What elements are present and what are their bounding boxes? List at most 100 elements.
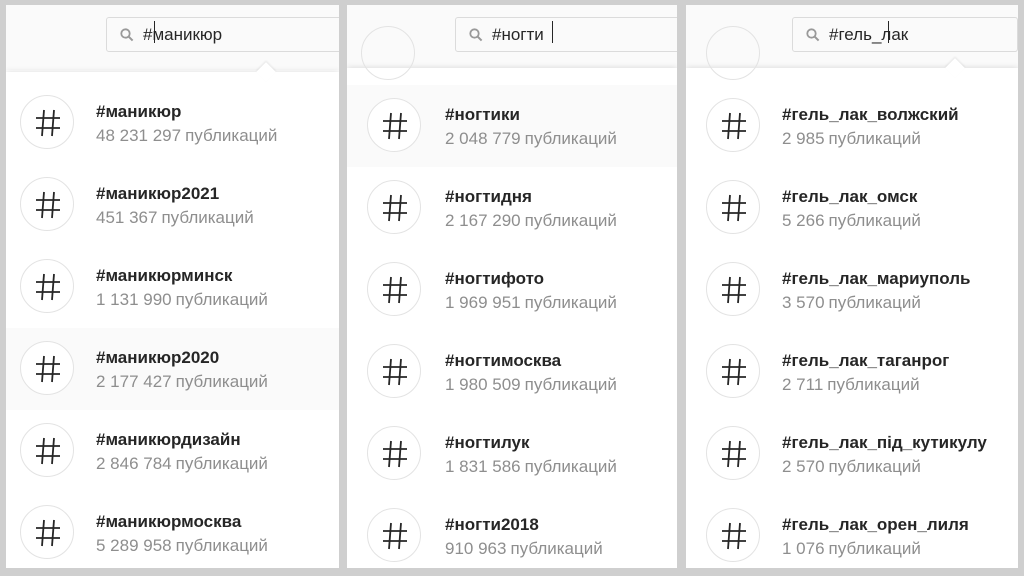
hashtag-icon: [722, 276, 746, 304]
partial-item-above: [706, 26, 760, 80]
hashtag-name: #ногтидня: [445, 187, 532, 206]
hashtag-avatar: [706, 262, 760, 316]
result-item[interactable]: #ногтилук 1 831 586 публикаций: [347, 413, 677, 495]
hashtag-avatar: [20, 423, 74, 477]
search-panel-1: #маникюр #маникюр 48 231 297 публикаций #…: [6, 5, 339, 568]
hashtag-avatar: [367, 262, 421, 316]
post-count: 2 167 290 публикаций: [445, 211, 617, 230]
hashtag-icon: [722, 440, 746, 468]
result-item[interactable]: #ногтимосква 1 980 509 публикаций: [347, 331, 677, 413]
post-count: 1 980 509 публикаций: [445, 375, 617, 394]
hashtag-icon: [36, 437, 60, 465]
search-icon: [806, 28, 820, 42]
hashtag-name: #гель_лак_під_кутикулу: [782, 433, 987, 452]
result-item[interactable]: #гель_лак_під_кутикулу 2 570 публикаций: [686, 413, 1018, 495]
result-item[interactable]: #ногтифото 1 969 951 публикаций: [347, 249, 677, 331]
hashtag-avatar: [706, 344, 760, 398]
result-item-highlighted[interactable]: #маникюр2020 2 177 427 публикаций: [6, 328, 339, 410]
post-count: 1 131 990 публикаций: [96, 290, 268, 309]
hashtag-icon: [722, 522, 746, 550]
hashtag-name: #гель_лак_омск: [782, 187, 918, 206]
hashtag-name: #гель_лак_мариуполь: [782, 269, 971, 288]
search-panel-2: #ногти #ногтики 2 048 779 публикаций #ног…: [347, 5, 677, 568]
post-count: 5 266 публикаций: [782, 211, 921, 230]
hashtag-avatar: [706, 98, 760, 152]
result-item[interactable]: #ногти2018 910 963 публикаций: [347, 495, 677, 568]
search-icon: [120, 28, 134, 42]
hashtag-name: #гель_лак_таганрог: [782, 351, 950, 370]
hashtag-avatar: [367, 98, 421, 152]
result-item[interactable]: #гель_лак_мариуполь 3 570 публикаций: [686, 249, 1018, 331]
post-count: 2 177 427 публикаций: [96, 372, 268, 391]
hashtag-name: #гель_лак_волжский: [782, 105, 959, 124]
hashtag-avatar: [367, 180, 421, 234]
result-item[interactable]: #маникюр2021 451 367 публикаций: [6, 164, 339, 246]
hashtag-avatar: [20, 341, 74, 395]
text-caret: [552, 21, 553, 43]
results-dropdown: #маникюр 48 231 297 публикаций #маникюр20…: [6, 62, 339, 568]
hashtag-name: #маникюрдизайн: [96, 430, 241, 449]
search-query: #ногти: [492, 25, 544, 44]
result-item[interactable]: #ногтидня 2 167 290 публикаций: [347, 167, 677, 249]
hashtag-avatar: [367, 508, 421, 562]
hashtag-avatar: [706, 426, 760, 480]
search-input[interactable]: #ногти: [455, 17, 677, 52]
result-item[interactable]: #гель_лак_омск 5 266 публикаций: [686, 167, 1018, 249]
hashtag-icon: [722, 112, 746, 140]
hashtag-icon: [383, 358, 407, 386]
result-item-highlighted[interactable]: #ногтики 2 048 779 публикаций: [347, 85, 677, 167]
results-dropdown: #ногтики 2 048 779 публикаций #ногтидня 2…: [347, 26, 677, 568]
post-count: 1 076 публикаций: [782, 539, 921, 558]
post-count: 2 048 779 публикаций: [445, 129, 617, 148]
result-item[interactable]: #гель_лак_таганрог 2 711 публикаций: [686, 331, 1018, 413]
hashtag-name: #маникюрминск: [96, 266, 233, 285]
hashtag-icon: [36, 519, 60, 547]
post-count: 48 231 297 публикаций: [96, 126, 278, 145]
hashtag-name: #ногти2018: [445, 515, 539, 534]
result-item[interactable]: #маникюрдизайн 2 846 784 публикаций: [6, 410, 339, 492]
post-count: 1 969 951 публикаций: [445, 293, 617, 312]
hashtag-avatar: [706, 508, 760, 562]
hashtag-avatar: [20, 259, 74, 313]
search-input[interactable]: #маникюр: [106, 17, 339, 52]
hashtag-name: #маникюр2020: [96, 348, 220, 367]
result-item[interactable]: #маникюр 48 231 297 публикаций: [6, 82, 339, 164]
hashtag-icon: [722, 194, 746, 222]
hashtag-name: #ногтилук: [445, 433, 530, 452]
result-item[interactable]: #маникюрмосква 5 289 958 публикаций: [6, 492, 339, 568]
results-dropdown: #гель_лак_волжский 2 985 публикаций #гель…: [686, 26, 1018, 568]
hashtag-name: #ногтики: [445, 105, 520, 124]
hashtag-icon: [383, 194, 407, 222]
hashtag-avatar: [20, 177, 74, 231]
search-panel-3: #гель_лак #гель_лак_волжский 2 985 публик…: [686, 5, 1018, 568]
hashtag-icon: [36, 191, 60, 219]
result-item[interactable]: #гель_лак_волжский 2 985 публикаций: [686, 85, 1018, 167]
hashtag-icon: [383, 276, 407, 304]
hashtag-icon: [36, 273, 60, 301]
post-count: 1 831 586 публикаций: [445, 457, 617, 476]
search-input[interactable]: #гель_лак: [792, 17, 1018, 52]
hashtag-avatar: [367, 344, 421, 398]
hashtag-name: #маникюрмосква: [96, 512, 242, 531]
hashtag-icon: [36, 109, 60, 137]
hashtag-avatar: [20, 505, 74, 559]
result-item[interactable]: #гель_лак_орен_лиля 1 076 публикаций: [686, 495, 1018, 568]
text-caret: [888, 21, 889, 43]
search-icon: [469, 28, 483, 42]
hashtag-icon: [383, 522, 407, 550]
hashtag-name: #маникюр: [96, 102, 182, 121]
top-bar: #маникюр: [6, 5, 339, 70]
post-count: 2 711 публикаций: [782, 375, 920, 394]
hashtag-name: #ногтимосква: [445, 351, 562, 370]
post-count: 2 846 784 публикаций: [96, 454, 268, 473]
result-item[interactable]: #маникюрминск 1 131 990 публикаций: [6, 246, 339, 328]
hashtag-icon: [383, 440, 407, 468]
hashtag-icon: [383, 112, 407, 140]
post-count: 5 289 958 публикаций: [96, 536, 268, 555]
hashtag-name: #ногтифото: [445, 269, 545, 288]
hashtag-name: #маникюр2021: [96, 184, 220, 203]
hashtag-icon: [722, 358, 746, 386]
partial-item-above: [361, 26, 415, 80]
hashtag-icon: [36, 355, 60, 383]
post-count: 3 570 публикаций: [782, 293, 921, 312]
